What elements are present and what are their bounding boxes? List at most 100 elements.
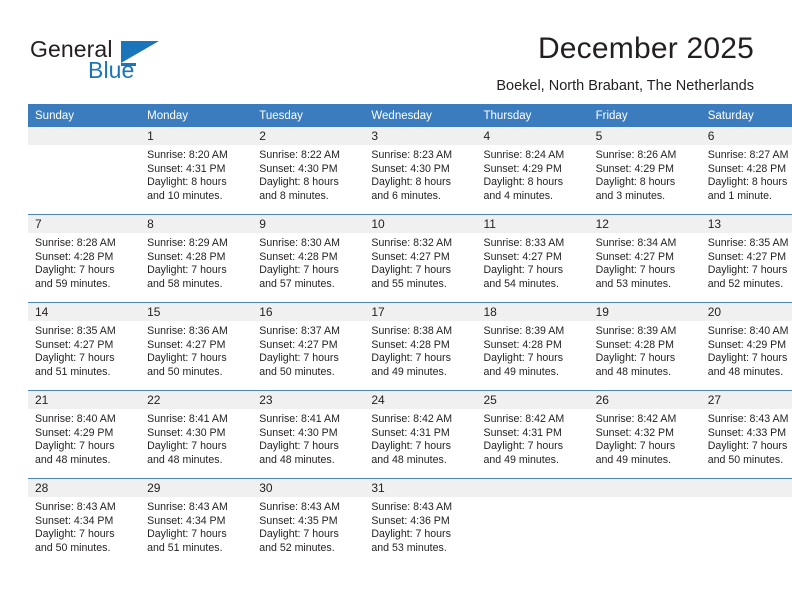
calendar-day-18[interactable]: 18 Sunrise: 8:39 AM Sunset: 4:28 PM Dayligh… [476, 303, 589, 390]
calendar-day-17[interactable]: 17 Sunrise: 8:38 AM Sunset: 4:28 PM Dayligh… [364, 303, 477, 390]
day-details: Sunrise: 8:32 AM Sunset: 4:27 PM Daylight:… [364, 233, 476, 291]
calendar-week-row: 1 Sunrise: 8:20 AM Sunset: 4:31 PM Daylight… [28, 127, 792, 215]
day-detail-line: Sunrise: 8:30 AM [259, 237, 340, 249]
day-detail-line: and 53 minutes. [595, 277, 672, 290]
day-detail-line: Daylight: 7 hours [595, 352, 676, 365]
calendar-cell: 3 Sunrise: 8:23 AM Sunset: 4:30 PM Daylight… [364, 127, 477, 215]
calendar-day-24[interactable]: 24 Sunrise: 8:42 AM Sunset: 4:31 PM Dayligh… [364, 391, 477, 478]
calendar-day-28[interactable]: 28 Sunrise: 8:43 AM Sunset: 4:34 PM Dayligh… [28, 479, 141, 566]
general-blue-logo[interactable]: General Blue [30, 36, 160, 88]
day-number: 31 [364, 479, 477, 497]
day-detail-line: and 53 minutes. [371, 541, 447, 554]
day-detail-line: Daylight: 7 hours [259, 352, 339, 365]
day-details: Sunrise: 8:43 AM Sunset: 4:36 PM Daylight:… [364, 497, 476, 555]
calendar-day-2[interactable]: 2 Sunrise: 8:22 AM Sunset: 4:30 PM Daylight… [252, 127, 365, 214]
day-detail-line: and 1 minute. [707, 189, 772, 202]
day-detail-line: Sunrise: 8:42 AM [483, 413, 565, 425]
calendar-cell: 23 Sunrise: 8:41 AM Sunset: 4:30 PM Dayligh… [252, 390, 365, 479]
day-number: 14 [28, 303, 141, 321]
calendar-day-25[interactable]: 25 Sunrise: 8:42 AM Sunset: 4:31 PM Dayligh… [476, 391, 589, 478]
calendar-day-10[interactable]: 10 Sunrise: 8:32 AM Sunset: 4:27 PM Dayligh… [364, 215, 477, 302]
day-detail-line: Sunset: 4:29 PM [595, 162, 674, 175]
day-detail-line: Daylight: 7 hours [35, 352, 115, 365]
day-number: 10 [364, 215, 477, 233]
day-detail-line: Sunset: 4:28 PM [483, 338, 562, 351]
calendar-day-16[interactable]: 16 Sunrise: 8:37 AM Sunset: 4:27 PM Dayligh… [252, 303, 365, 390]
calendar-day-15[interactable]: 15 Sunrise: 8:36 AM Sunset: 4:27 PM Dayligh… [140, 303, 253, 390]
calendar-day-22[interactable]: 22 Sunrise: 8:41 AM Sunset: 4:30 PM Dayligh… [140, 391, 253, 478]
calendar-day-29[interactable]: 29 Sunrise: 8:43 AM Sunset: 4:34 PM Dayligh… [140, 479, 253, 566]
calendar-day-11[interactable]: 11 Sunrise: 8:33 AM Sunset: 4:27 PM Dayligh… [476, 215, 589, 302]
calendar-day-12[interactable]: 12 Sunrise: 8:34 AM Sunset: 4:27 PM Dayligh… [588, 215, 701, 302]
day-detail-line: Daylight: 7 hours [595, 440, 676, 453]
day-details: Sunrise: 8:35 AM Sunset: 4:27 PM Daylight:… [701, 233, 792, 291]
calendar-cell: 5 Sunrise: 8:26 AM Sunset: 4:29 PM Daylight… [588, 127, 701, 215]
day-details [477, 497, 589, 501]
day-details: Sunrise: 8:41 AM Sunset: 4:30 PM Daylight:… [252, 409, 364, 467]
day-detail-line: Daylight: 8 hours [259, 176, 339, 189]
day-detail-line: Sunrise: 8:41 AM [259, 413, 340, 425]
calendar-day-9[interactable]: 9 Sunrise: 8:30 AM Sunset: 4:28 PM Daylight… [252, 215, 365, 302]
calendar-day-4[interactable]: 4 Sunrise: 8:24 AM Sunset: 4:29 PM Daylight… [476, 127, 589, 214]
calendar-day-14[interactable]: 14 Sunrise: 8:35 AM Sunset: 4:27 PM Dayligh… [28, 303, 141, 390]
day-detail-line: and 57 minutes. [259, 277, 335, 290]
day-detail-line: and 52 minutes. [707, 277, 784, 290]
calendar-day-empty [700, 479, 792, 566]
day-detail-line: Sunrise: 8:22 AM [259, 149, 340, 161]
day-detail-line: and 51 minutes. [147, 541, 223, 554]
day-detail-line: Sunset: 4:28 PM [371, 338, 450, 351]
day-details: Sunrise: 8:29 AM Sunset: 4:28 PM Daylight:… [140, 233, 252, 291]
calendar-day-6[interactable]: 6 Sunrise: 8:27 AM Sunset: 4:28 PM Daylight… [700, 127, 792, 214]
day-details: Sunrise: 8:42 AM Sunset: 4:31 PM Daylight:… [477, 409, 589, 467]
weekday-header-row: Sunday Monday Tuesday Wednesday Thursday Frid… [28, 104, 792, 127]
calendar-day-3[interactable]: 3 Sunrise: 8:23 AM Sunset: 4:30 PM Daylight… [364, 127, 477, 214]
weekday-header-thursday: Thursday [476, 104, 589, 127]
day-number: 25 [476, 391, 589, 409]
page-header: General Blue December 2025 Boekel, North… [0, 0, 792, 100]
day-detail-line: Daylight: 7 hours [371, 352, 451, 365]
calendar-day-7[interactable]: 7 Sunrise: 8:28 AM Sunset: 4:28 PM Daylight… [28, 215, 141, 302]
day-number: 15 [140, 303, 253, 321]
calendar-day-30[interactable]: 30 Sunrise: 8:43 AM Sunset: 4:35 PM Dayligh… [252, 479, 365, 566]
weekday-header-saturday: Saturday [700, 104, 792, 127]
calendar-day-27[interactable]: 27 Sunrise: 8:43 AM Sunset: 4:33 PM Dayligh… [700, 391, 792, 478]
calendar-day-19[interactable]: 19 Sunrise: 8:39 AM Sunset: 4:28 PM Dayligh… [588, 303, 701, 390]
calendar-day-1[interactable]: 1 Sunrise: 8:20 AM Sunset: 4:31 PM Daylight… [140, 127, 253, 214]
day-detail-line: Sunrise: 8:35 AM [35, 325, 116, 337]
calendar-day-23[interactable]: 23 Sunrise: 8:41 AM Sunset: 4:30 PM Dayligh… [252, 391, 365, 478]
calendar-day-21[interactable]: 21 Sunrise: 8:40 AM Sunset: 4:29 PM Dayligh… [28, 391, 141, 478]
day-detail-line: Sunrise: 8:34 AM [595, 237, 677, 249]
day-detail-line: Sunset: 4:33 PM [707, 426, 787, 439]
day-detail-line: Sunset: 4:31 PM [371, 426, 450, 439]
day-detail-line: Daylight: 7 hours [483, 352, 564, 365]
day-detail-line: Daylight: 7 hours [371, 440, 451, 453]
day-detail-line: and 49 minutes. [483, 365, 559, 378]
day-detail-line: Sunrise: 8:40 AM [707, 325, 789, 337]
day-number: 7 [28, 215, 141, 233]
day-detail-line: Sunset: 4:27 PM [707, 250, 787, 263]
day-detail-line: Sunset: 4:27 PM [483, 250, 562, 263]
page-title: December 2025 [537, 32, 754, 65]
calendar-day-31[interactable]: 31 Sunrise: 8:43 AM Sunset: 4:36 PM Dayligh… [364, 479, 477, 566]
day-detail-line: Sunrise: 8:43 AM [259, 501, 340, 513]
day-detail-line: Sunset: 4:31 PM [483, 426, 562, 439]
day-detail-line: Sunset: 4:34 PM [147, 514, 226, 527]
calendar-day-5[interactable]: 5 Sunrise: 8:26 AM Sunset: 4:29 PM Daylight… [588, 127, 701, 214]
day-number: 4 [476, 127, 589, 145]
day-detail-line: Daylight: 8 hours [595, 176, 676, 189]
day-number: 28 [28, 479, 141, 497]
calendar-cell: 14 Sunrise: 8:35 AM Sunset: 4:27 PM Dayligh… [28, 302, 141, 391]
day-number: 20 [700, 303, 792, 321]
day-detail-line: Daylight: 7 hours [259, 264, 339, 277]
day-detail-line: Sunrise: 8:42 AM [595, 413, 677, 425]
day-detail-line: and 48 minutes. [147, 453, 223, 466]
calendar-day-26[interactable]: 26 Sunrise: 8:42 AM Sunset: 4:32 PM Dayligh… [588, 391, 701, 478]
calendar-day-13[interactable]: 13 Sunrise: 8:35 AM Sunset: 4:27 PM Dayligh… [700, 215, 792, 302]
calendar-day-8[interactable]: 8 Sunrise: 8:29 AM Sunset: 4:28 PM Daylight… [140, 215, 253, 302]
day-detail-line: Daylight: 7 hours [147, 528, 227, 541]
calendar-day-20[interactable]: 20 Sunrise: 8:40 AM Sunset: 4:29 PM Dayligh… [700, 303, 792, 390]
calendar-cell: 10 Sunrise: 8:32 AM Sunset: 4:27 PM Dayligh… [364, 214, 477, 303]
calendar-cell [700, 478, 792, 566]
day-details: Sunrise: 8:35 AM Sunset: 4:27 PM Daylight:… [28, 321, 140, 379]
calendar-cell: 11 Sunrise: 8:33 AM Sunset: 4:27 PM Dayligh… [476, 214, 589, 303]
